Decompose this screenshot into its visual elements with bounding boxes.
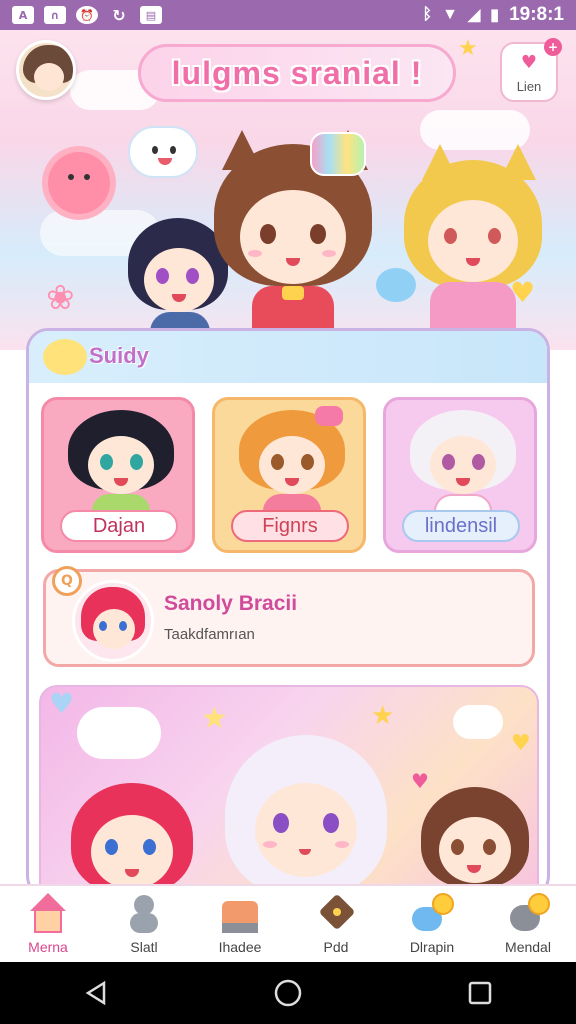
user-avatar[interactable] [16, 40, 76, 100]
game-title: lulgms sranial ! [171, 54, 423, 91]
home-icon[interactable] [266, 971, 310, 1015]
character-card-dajan[interactable]: Dajan [41, 397, 195, 553]
app-a-icon: A [12, 6, 34, 24]
nav-item-ihadee[interactable]: Ihadee [192, 886, 288, 962]
signal-icon: ◢ [467, 7, 481, 24]
diamond-icon [314, 893, 358, 935]
chibi-character-white-hair [221, 717, 391, 895]
nav-item-dlrapin[interactable]: Dlrapin [384, 886, 480, 962]
rainbow-bow-icon [310, 132, 366, 176]
featured-character-card[interactable]: Q Sanoly Bracii Taakdfamrıan [43, 566, 535, 667]
featured-character-avatar [72, 580, 154, 662]
panel-title: Suidy [89, 343, 149, 368]
smiling-cloud-sticker [128, 126, 198, 178]
cloud-sticker [453, 705, 503, 739]
back-icon[interactable] [74, 971, 118, 1015]
small-heart-sticker: ❀ [46, 278, 75, 318]
brush-icon [410, 893, 454, 935]
flower-sticker [48, 152, 110, 214]
character-name: Dajan [60, 510, 178, 542]
chick-icon [43, 339, 87, 375]
top-button-label: Lien [516, 79, 542, 94]
battery-icon: ▮ [490, 7, 500, 24]
heart-icon: ♥ [520, 52, 538, 73]
hero-banner: lulgms sranial ! ♥ + Lien ❀ ♥ ★ [0, 30, 576, 350]
bluetooth-icon: ᛒ [422, 6, 433, 23]
character-card-lindensil[interactable]: lindensil [383, 397, 537, 553]
sync-icon: ↻ [112, 5, 126, 25]
panel-header: Suidy [29, 331, 547, 383]
chibi-character-brown-hair [208, 130, 378, 350]
pin-icon: Q [52, 566, 82, 596]
character-showcase-banner: ♥ ★ ★ ♥ ♥ [39, 685, 539, 895]
status-bar: A ∩ ⏰ ↻ ▤ ᛒ ▼ ◢ ▮ 19:8:1 [0, 0, 576, 30]
status-time: 19:8:1 [509, 4, 564, 25]
shop-icon [218, 893, 262, 935]
bottom-navigation: Merna Slatl Ihadee Pdd Dlrapin Mendal [0, 884, 576, 962]
top-right-button[interactable]: ♥ + Lien [500, 38, 562, 102]
character-name: lindensil [402, 510, 520, 542]
app-ma-icon: ∩ [44, 6, 66, 24]
figure-icon [122, 893, 166, 935]
wifi-icon: ▼ [442, 6, 458, 23]
nav-item-mendal[interactable]: Mendal [480, 886, 576, 962]
heart-sticker: ♥ [511, 731, 531, 756]
character-portrait [235, 406, 349, 520]
cloud-sticker [77, 707, 161, 759]
notification-badge: + [544, 38, 562, 56]
character-panel: Suidy Dajan Fignrs lindensil Q Sanoly Br… [26, 328, 550, 898]
character-portrait [64, 406, 178, 520]
alarm-icon: ⏰ [76, 6, 98, 24]
bow-icon [315, 406, 343, 426]
character-portrait [406, 406, 520, 520]
character-name: Fignrs [231, 510, 349, 542]
featured-character-name: Sanoly Bracii [164, 592, 298, 615]
heart-sticker: ♥ [49, 687, 75, 720]
nav-item-pdd[interactable]: Pdd [288, 886, 384, 962]
recents-icon[interactable] [458, 971, 502, 1015]
star-sticker: ★ [458, 36, 478, 61]
gallery-icon: ▤ [140, 6, 162, 24]
house-icon [26, 893, 70, 935]
featured-character-subtitle: Taakdfamrıan [164, 626, 255, 643]
nav-item-slatl[interactable]: Slatl [96, 886, 192, 962]
medal-icon [506, 893, 550, 935]
chibi-character-red-hair [67, 775, 197, 895]
system-navigation-bar [0, 962, 576, 1024]
chibi-character-brown-hair-small [417, 779, 533, 895]
game-title-banner: lulgms sranial ! [138, 44, 456, 102]
character-card-fignrs[interactable]: Fignrs [212, 397, 366, 553]
chibi-character-blonde-hair [400, 140, 546, 350]
nav-item-merna[interactable]: Merna [0, 886, 96, 962]
